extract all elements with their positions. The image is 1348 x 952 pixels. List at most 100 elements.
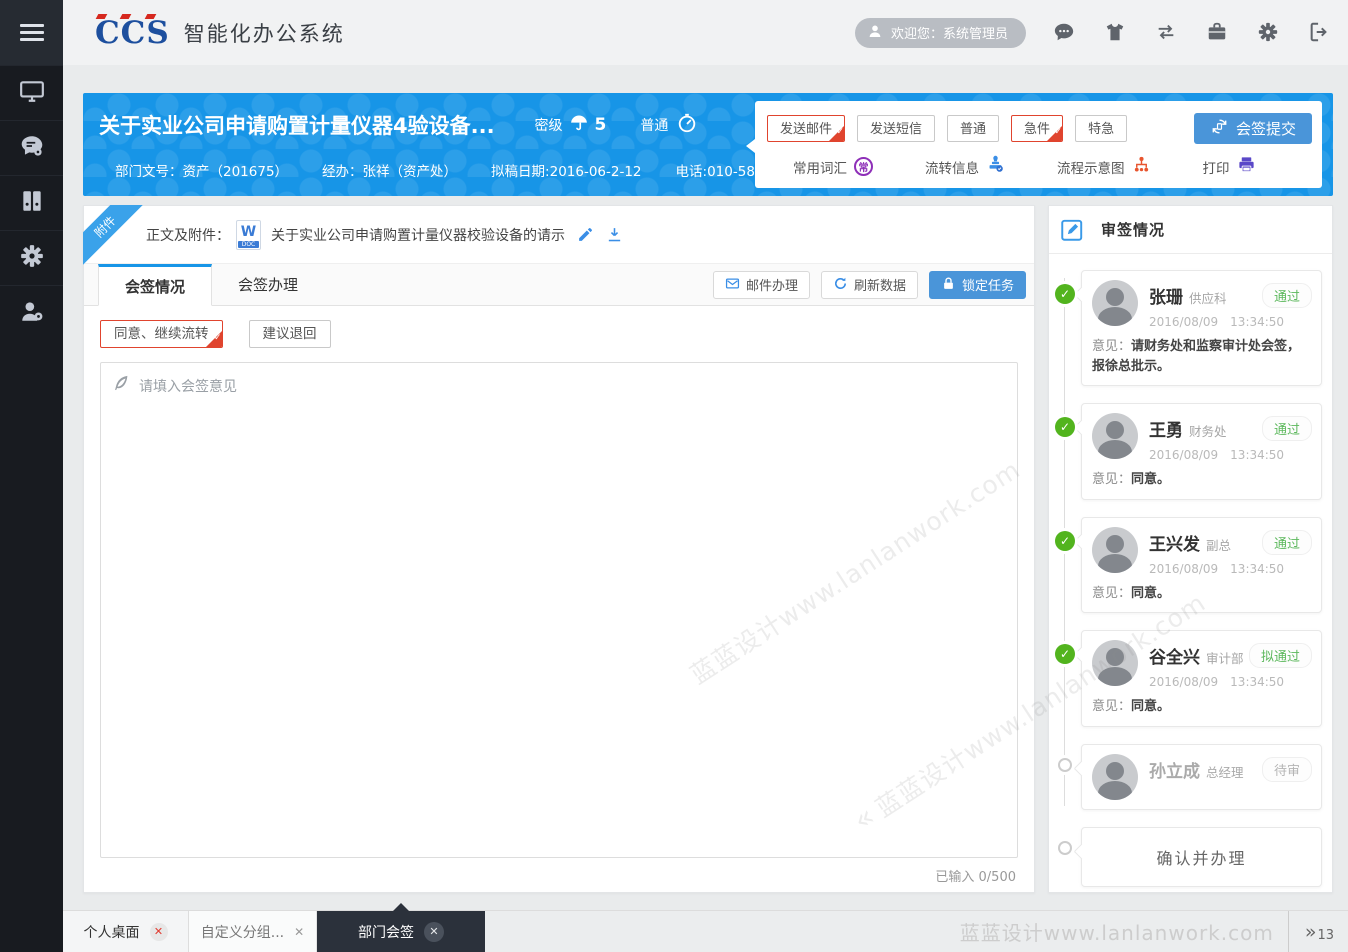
user-welcome-pill[interactable]: 欢迎您：系统管理员 <box>855 18 1026 48</box>
priority-normal-button[interactable]: 普通 <box>947 115 999 142</box>
user-icon <box>867 23 883 43</box>
word-doc-icon: W DOC <box>236 220 261 250</box>
edit-icon[interactable] <box>577 226 594 243</box>
review-datetime: 2016/08/0913:34:50 <box>1149 675 1284 689</box>
sidebar-item-system-settings[interactable] <box>0 230 63 285</box>
opinion-input-wrap <box>100 362 1018 858</box>
reviewer-dept: 总经理 <box>1206 762 1244 781</box>
bottom-tab-personal-desktop[interactable]: 个人桌面 ✕ <box>63 911 189 952</box>
flow-chart-link[interactable]: 流程示意图 <box>1057 155 1151 178</box>
more-tabs-button[interactable]: » 13 <box>1288 911 1348 952</box>
top-header: CCS 智能化办公系统 欢迎您：系统管理员 <box>63 0 1348 65</box>
sidebar-item-messages[interactable] <box>0 120 63 175</box>
switch-icon[interactable] <box>1155 21 1179 45</box>
reviewer-dept: 审计部 <box>1206 648 1244 667</box>
bottom-tab-dept-countersign[interactable]: 部门会签 ✕ <box>317 911 485 952</box>
review-timeline: ✓ 张珊 供应科 2016/08/0913:34:50 通过 意见：请财务处和监… <box>1049 254 1332 894</box>
print-link[interactable]: 打印 <box>1203 155 1256 178</box>
send-mail-button[interactable]: 发送邮件✓ <box>767 115 845 142</box>
security-level: 密级 5 <box>535 113 607 137</box>
message-icon[interactable] <box>1053 21 1077 45</box>
status-marker-icon: ✓ <box>1055 531 1075 551</box>
review-card[interactable]: 王兴发 副总 2016/08/0913:34:50 通过 意见：同意。 <box>1081 517 1322 614</box>
reviewer-name: 张珊 <box>1149 283 1183 308</box>
priority-label: 普通 <box>640 115 668 135</box>
status-marker-icon: ✓ <box>1058 758 1072 772</box>
edit-square-icon <box>1059 217 1085 243</box>
priority-urgent-button[interactable]: 急件✓ <box>1011 115 1063 142</box>
char-counter: 已输入 0/500 <box>84 858 1034 892</box>
status-marker-icon: ✓ <box>1055 644 1075 664</box>
review-card[interactable]: 张珊 供应科 2016/08/0913:34:50 通过 意见：请财务处和监察审… <box>1081 270 1322 386</box>
menu-toggle-button[interactable] <box>0 0 63 65</box>
review-panel-title: 审签情况 <box>1101 219 1165 240</box>
panel-tail <box>746 139 755 153</box>
countersign-tab-strip: 会签情况 会签办理 邮件办理 刷新数据 锁定任务 <box>84 264 1034 306</box>
close-icon[interactable]: ✕ <box>424 922 444 942</box>
tab-sign-handle[interactable]: 会签办理 <box>212 263 324 305</box>
org-chart-icon <box>1132 155 1151 178</box>
hamburger-icon <box>20 20 44 45</box>
priority-extra-urgent-button[interactable]: 特急 <box>1075 115 1127 142</box>
attachment-file-link[interactable]: 关于实业公司申请购置计量仪器校验设备的请示 <box>271 225 565 245</box>
welcome-text: 欢迎您：系统管理员 <box>891 23 1008 42</box>
review-timeline-item: ✓ 张珊 供应科 2016/08/0913:34:50 通过 意见：请财务处和监… <box>1081 270 1322 386</box>
sidebar-item-user-settings[interactable] <box>0 285 63 340</box>
lock-task-button[interactable]: 锁定任务 <box>929 271 1026 299</box>
review-datetime: 2016/08/0913:34:50 <box>1149 562 1284 576</box>
reviewer-dept: 供应科 <box>1189 288 1227 307</box>
envelope-icon <box>725 276 740 294</box>
send-sms-button[interactable]: 发送短信 <box>857 115 935 142</box>
download-icon[interactable] <box>606 226 623 243</box>
document-header: 关于实业公司申请购置计量仪器4验设备... 密级 5 普通 部门文号：资产（20… <box>83 93 1333 196</box>
countersign-opinion-input[interactable] <box>100 362 1018 858</box>
close-icon[interactable]: ✕ <box>150 923 168 941</box>
review-timeline-item: ✓ 王勇 财务处 2016/08/0913:34:50 通过 意见：同意。 <box>1081 403 1322 500</box>
avatar <box>1092 754 1138 800</box>
stamp-icon <box>986 155 1005 178</box>
review-timeline-item: ✓ 谷全兴 审计部 2016/08/0913:34:50 拟通过 意见：同意。 <box>1081 630 1322 727</box>
status-badge: 通过 <box>1262 530 1312 555</box>
reviewer-dept: 财务处 <box>1189 421 1227 440</box>
review-opinion: 意见：同意。 <box>1092 697 1311 717</box>
sidebar-item-desktop[interactable] <box>0 65 63 120</box>
countersign-submit-button[interactable]: 会签提交 <box>1194 113 1312 144</box>
flow-info-link[interactable]: 流转信息 <box>925 155 1005 178</box>
status-badge: 通过 <box>1262 283 1312 308</box>
agree-continue-button[interactable]: 同意、继续流转✓ <box>100 320 223 348</box>
review-card[interactable]: 孙立成 总经理 待审 <box>1081 744 1322 810</box>
suggest-return-button[interactable]: 建议退回 <box>249 320 331 348</box>
refresh-data-button[interactable]: 刷新数据 <box>821 271 918 299</box>
logout-icon[interactable] <box>1308 21 1332 45</box>
review-card[interactable]: 谷全兴 审计部 2016/08/0913:34:50 拟通过 意见：同意。 <box>1081 630 1322 727</box>
review-card[interactable]: 确认并办理 <box>1081 827 1322 887</box>
theme-icon[interactable] <box>1104 21 1128 45</box>
review-opinion: 意见：请财务处和监察审计处会签，报徐总批示。 <box>1092 337 1311 376</box>
briefcase-icon[interactable] <box>1206 21 1230 45</box>
action-panel: 发送邮件✓ 发送短信 普通 急件✓ 特急 会签提交 常用词汇 常 流转信息 <box>755 101 1322 188</box>
opinion-button-row: 同意、继续流转✓ 建议退回 <box>84 306 1034 360</box>
check-icon: ✓ <box>836 119 844 142</box>
countersign-main-panel: 附件 正文及附件： W DOC 关于实业公司申请购置计量仪器校验设备的请示 会签… <box>83 205 1035 893</box>
sidebar-item-archive[interactable] <box>0 175 63 230</box>
archive-icon <box>19 188 45 218</box>
check-icon: ✓ <box>1055 119 1063 142</box>
mail-handle-button[interactable]: 邮件办理 <box>713 271 810 299</box>
circular-arrows-icon <box>1210 117 1229 140</box>
tab-sign-status[interactable]: 会签情况 <box>98 264 212 306</box>
caret-up-icon <box>393 903 409 911</box>
review-card[interactable]: 王勇 财务处 2016/08/0913:34:50 通过 意见：同意。 <box>1081 403 1322 500</box>
settings-icon[interactable] <box>1257 21 1281 45</box>
reviewer-name: 王勇 <box>1149 416 1183 441</box>
review-status-panel: 审签情况 ✓ 张珊 供应科 2016/08/0913:34:50 通过 <box>1048 205 1333 893</box>
app-title: 智能化办公系统 <box>184 18 345 48</box>
review-opinion: 意见：同意。 <box>1092 584 1311 604</box>
desktop-icon <box>19 78 45 108</box>
close-icon[interactable]: ✕ <box>294 925 304 939</box>
security-level-value: 5 <box>595 115 607 135</box>
confirm-handle-label: 确认并办理 <box>1092 837 1311 877</box>
common-words-link[interactable]: 常用词汇 常 <box>793 157 873 177</box>
status-badge: 通过 <box>1262 416 1312 441</box>
bottom-tab-custom-group[interactable]: 自定义分组... ✕ <box>189 911 317 952</box>
review-timeline-item: ✓ 确认并办理 <box>1081 827 1322 887</box>
